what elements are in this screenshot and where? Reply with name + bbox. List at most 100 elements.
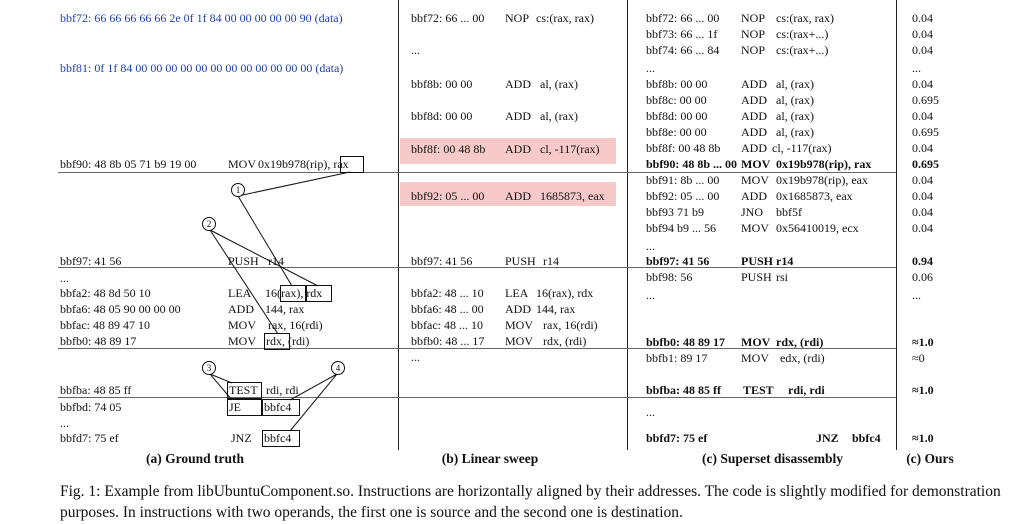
superset-row-mn: TEST xyxy=(743,383,774,397)
superset-row-addr: bbf90: 48 8b ... 00 xyxy=(646,157,738,171)
ls-row-addr: bbf8b: 00 00 xyxy=(411,77,473,91)
superset-row-mn: MOV xyxy=(741,173,770,187)
superset-row-mn: PUSH xyxy=(741,270,772,284)
ls-row-ops: rdx, (rdi) xyxy=(543,334,587,348)
ls-row-ops: 1685873, eax xyxy=(540,189,605,203)
ls-row-mn: PUSH xyxy=(505,254,536,268)
superset-row-ops: r14 xyxy=(776,254,794,268)
superset-row-ops: rdi, rdi xyxy=(788,383,825,397)
superset-row-mn: NOP xyxy=(741,43,766,57)
superset-row-ops: rsi xyxy=(776,270,788,284)
score-value: ≈1.0 xyxy=(912,383,934,397)
superset-row-ops: edx, (rdi) xyxy=(780,351,825,365)
superset-row-mn: NOP xyxy=(741,11,766,25)
ls-row-addr: bbf72: 66 ... 00 xyxy=(411,11,485,25)
ls-row-mn: NOP xyxy=(505,11,530,25)
ls-row-addr: bbfa6: 48 ... 00 xyxy=(411,302,484,316)
superset-row-mn: MOV xyxy=(741,351,770,365)
superset-row-addr: bbf72: 66 ... 00 xyxy=(646,11,720,25)
superset-row-addr: bbfd7: 75 ef xyxy=(646,431,708,445)
superset-row-addr: bbfb0: 48 89 17 xyxy=(646,335,726,349)
superset-row-ops: cl, -117(rax) xyxy=(772,141,832,155)
superset-row-addr: bbf94 b9 ... 56 xyxy=(646,221,716,235)
superset-row-mn: MOV xyxy=(741,221,770,235)
superset-row-addr: bbfba: 48 85 ff xyxy=(646,383,722,397)
figure-caption: Fig. 1: Example from libUbuntuComponent.… xyxy=(60,483,1001,521)
score-value: ≈1.0 xyxy=(912,431,934,445)
ls-row-ops: cl, -117(rax) xyxy=(540,142,600,156)
superset-row-ops: al, (rax) xyxy=(776,77,814,91)
ls-row-mn: MOV xyxy=(505,334,534,348)
superset-row-mn: ADD xyxy=(741,189,767,203)
ls-row-ops: al, (rax) xyxy=(540,109,578,123)
superset-row-addr: bbf97: 41 56 xyxy=(646,254,710,268)
column-label-superset: (c) Superset disassembly xyxy=(702,451,843,466)
marker-3: 3 xyxy=(202,361,216,375)
ls-row-addr: bbf97: 41 56 xyxy=(411,254,473,268)
score-value: 0.04 xyxy=(912,77,933,91)
superset-row-mn: MOV xyxy=(741,335,771,349)
score-value: 0.695 xyxy=(912,125,939,139)
score-value: 0.04 xyxy=(912,11,933,25)
score-value: 0.04 xyxy=(912,43,933,57)
superset-row-ops: al, (rax) xyxy=(776,125,814,139)
superset-row-addr: bbf92: 05 ... 00 xyxy=(646,189,720,203)
score-value: ... xyxy=(912,288,921,302)
ls-row-ops: al, (rax) xyxy=(540,77,578,91)
connector-1b xyxy=(237,195,293,287)
marker-4: 4 xyxy=(331,361,345,375)
ls-row-mn: ADD xyxy=(505,189,531,203)
superset-row-ops: bbf5f xyxy=(776,205,802,219)
ls-row-addr: bbf92: 05 ... 00 xyxy=(411,189,485,203)
score-value: 0.695 xyxy=(912,157,939,171)
ls-row-ops: 16(rax), rdx xyxy=(536,286,594,300)
connector-4b xyxy=(289,373,338,432)
superset-row-ops: cs:(rax+...) xyxy=(776,27,829,41)
ls-row-ops: 144, rax xyxy=(536,302,576,316)
superset-row-ops: rdx, (rdi) xyxy=(776,335,824,349)
superset-row-addr: bbf98: 56 xyxy=(646,270,693,284)
score-value: ≈1.0 xyxy=(912,335,934,349)
superset-row-addr: bbf73: 66 ... 1f xyxy=(646,27,718,41)
score-value: 0.04 xyxy=(912,221,933,235)
superset-row-ops: al, (rax) xyxy=(776,109,814,123)
score-value: ... xyxy=(912,61,921,75)
superset-row-mn: PUSH xyxy=(741,254,774,268)
score-value: 0.04 xyxy=(912,109,933,123)
ls-row-mn: ADD xyxy=(505,302,531,316)
marker-1: 1 xyxy=(231,183,245,197)
superset-row-ops: cs:(rax+...) xyxy=(776,43,829,57)
score-value: 0.04 xyxy=(912,141,933,155)
superset-row-mn: ADD xyxy=(741,93,767,107)
superset-row-addr: bbfb1: 89 17 xyxy=(646,351,708,365)
score-value: ≈0 xyxy=(912,351,925,365)
column-label-ours: (c) Ours xyxy=(906,451,954,466)
ls-row-mn: ADD xyxy=(505,109,531,123)
superset-row-addr: bbf8f: 00 48 8b xyxy=(646,141,721,155)
superset-row-mn: ADD xyxy=(741,77,767,91)
superset-row-ops: 0x19b978(rip), rax xyxy=(776,157,872,171)
ls-row-addr: bbfb0: 48 ... 17 xyxy=(411,334,485,348)
score-value: 0.06 xyxy=(912,270,933,284)
score-value: 0.04 xyxy=(912,27,933,41)
superset-row-addr: ... xyxy=(646,61,655,75)
ls-row-mn: ADD xyxy=(505,77,531,91)
superset-row-ops: bbfc4 xyxy=(852,431,881,445)
score-value: 0.695 xyxy=(912,93,939,107)
ls-row-mn: ADD xyxy=(505,142,531,156)
superset-row-addr: ... xyxy=(646,239,655,253)
ls-row-addr: bbfa2: 48 ... 10 xyxy=(411,286,484,300)
superset-row-addr: bbf8e: 00 00 xyxy=(646,125,707,139)
score-value: 0.94 xyxy=(912,254,933,268)
superset-row-addr: bbf74: 66 ... 84 xyxy=(646,43,720,57)
ls-row-mn: MOV xyxy=(505,318,534,332)
superset-row-addr: bbf91: 8b ... 00 xyxy=(646,173,720,187)
superset-row-ops: 0x56410019, ecx xyxy=(776,221,859,235)
superset-row-mn: MOV xyxy=(741,157,771,171)
ls-row-ops: rax, 16(rdi) xyxy=(543,318,598,332)
superset-row-ops: cs:(rax, rax) xyxy=(776,11,834,25)
ls-row-addr: ... xyxy=(411,350,420,364)
ls-row-addr: ... xyxy=(411,43,420,57)
connector-1a xyxy=(237,171,351,197)
ls-row-ops: cs:(rax, rax) xyxy=(536,11,594,25)
